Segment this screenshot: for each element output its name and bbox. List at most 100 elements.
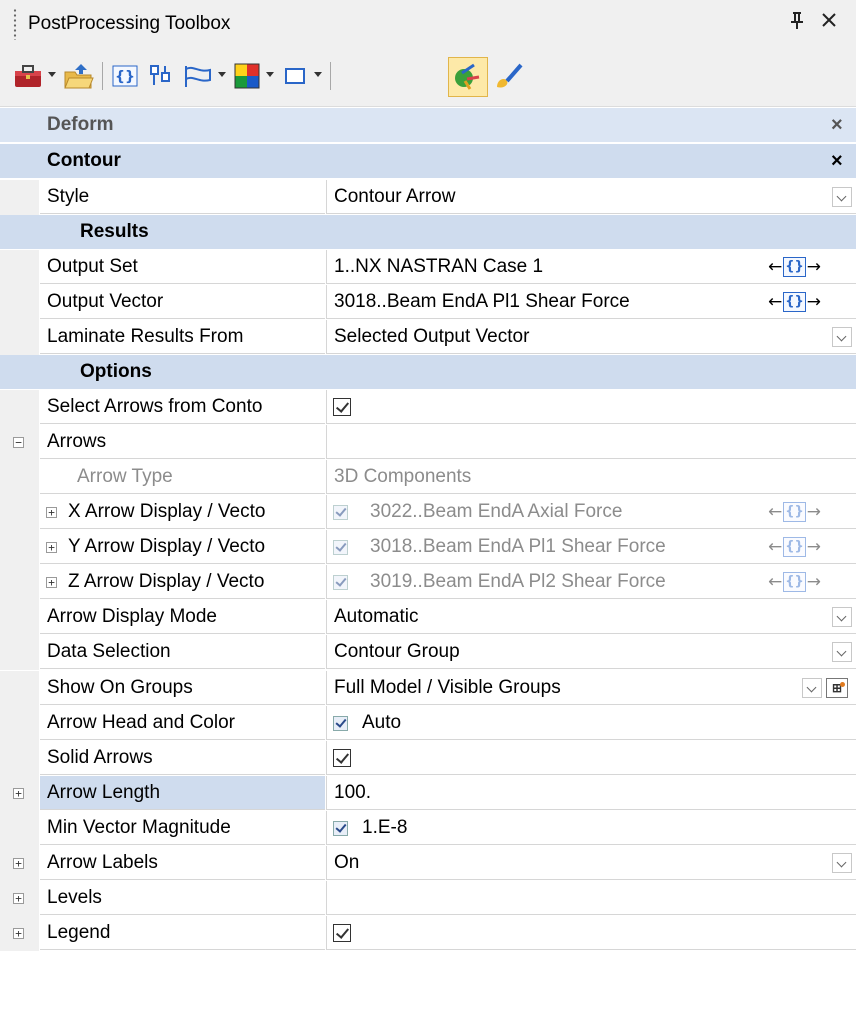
arrow-display-mode-value: Automatic xyxy=(334,606,419,627)
expand-icon[interactable]: + xyxy=(13,893,24,904)
section-contour[interactable]: Contour × xyxy=(0,144,856,178)
row-data-selection[interactable]: Data Selection Contour Group xyxy=(0,635,856,670)
row-arrow-length[interactable]: + Arrow Length 100. xyxy=(0,776,856,811)
style-select[interactable]: Contour Arrow xyxy=(326,180,856,214)
legend-value-cell xyxy=(326,916,856,950)
prev-arrow-icon[interactable]: ← xyxy=(768,537,782,557)
close-icon[interactable] xyxy=(820,9,838,35)
rectangle-icon[interactable] xyxy=(280,59,310,93)
next-arrow-icon[interactable]: → xyxy=(807,502,821,522)
prev-arrow-icon[interactable]: ← xyxy=(768,292,782,312)
paintbrush-icon[interactable] xyxy=(492,59,526,93)
min-vector-magnitude-checkbox[interactable] xyxy=(333,821,348,836)
next-arrow-icon[interactable]: → xyxy=(807,572,821,592)
collapse-icon[interactable]: − xyxy=(13,437,24,448)
row-x-arrow[interactable]: X Arrow Display / Vecto + 3022..Beam End… xyxy=(0,495,856,530)
row-select-arrows[interactable]: Select Arrows from Conto xyxy=(0,390,856,425)
toolbar-separator xyxy=(330,62,331,90)
row-gutter: + xyxy=(0,776,39,811)
drag-grip-icon[interactable] xyxy=(13,8,17,40)
select-vector-icon[interactable]: {} xyxy=(783,572,806,592)
row-style[interactable]: Style Contour Arrow xyxy=(0,180,856,215)
arrows-display-icon[interactable] xyxy=(450,59,486,93)
expand-icon[interactable]: + xyxy=(13,928,24,939)
output-set-icon[interactable]: {} xyxy=(110,59,140,93)
pin-icon[interactable] xyxy=(790,11,804,35)
legend-checkbox[interactable] xyxy=(333,924,351,942)
next-arrow-icon[interactable]: → xyxy=(807,537,821,557)
arrow-display-mode-select[interactable]: Automatic xyxy=(326,600,856,634)
select-arrows-label: Select Arrows from Conto xyxy=(40,390,325,424)
remove-deform-icon[interactable]: × xyxy=(831,108,843,142)
arrow-head-color-checkbox[interactable] xyxy=(333,716,348,731)
arrow-length-input[interactable]: 100. xyxy=(326,776,856,810)
arrow-head-color-field[interactable] xyxy=(326,706,856,740)
row-show-on-groups[interactable]: Show On Groups Full Model / Visible Grou… xyxy=(0,671,856,706)
panel-title: PostProcessing Toolbox xyxy=(28,13,231,34)
next-arrow-icon[interactable]: → xyxy=(807,257,821,277)
contour-dropdown-arrow[interactable] xyxy=(266,72,274,77)
expand-icon[interactable]: + xyxy=(46,577,57,588)
row-arrow-display-mode[interactable]: Arrow Display Mode Automatic xyxy=(0,600,856,635)
contour-palette-icon[interactable] xyxy=(232,59,262,93)
data-selection-select[interactable]: Contour Group xyxy=(326,635,856,669)
rectangle-dropdown-arrow[interactable] xyxy=(314,72,322,77)
row-solid-arrows[interactable]: Solid Arrows xyxy=(0,741,856,776)
chevron-down-icon[interactable] xyxy=(832,607,852,627)
show-on-groups-select[interactable]: Full Model / Visible Groups xyxy=(326,671,856,705)
row-gutter xyxy=(0,706,39,741)
row-min-vector-magnitude[interactable]: Min Vector Magnitude 1.E-8 xyxy=(0,811,856,846)
open-folder-icon[interactable] xyxy=(62,59,96,93)
chevron-down-icon[interactable] xyxy=(832,327,852,347)
row-arrow-head-color[interactable]: Arrow Head and Color Auto xyxy=(0,706,856,741)
select-output-vector-icon[interactable]: {} xyxy=(783,292,806,312)
y-arrow-checkbox[interactable] xyxy=(333,540,348,555)
row-gutter xyxy=(0,495,39,530)
toolbox-dropdown-arrow[interactable] xyxy=(48,72,56,77)
row-z-arrow[interactable]: Z Arrow Display / Vecto + 3019..Beam End… xyxy=(0,565,856,600)
prev-arrow-icon[interactable]: ← xyxy=(768,257,782,277)
row-laminate-results[interactable]: Laminate Results From Selected Output Ve… xyxy=(0,320,856,355)
flag-icon[interactable] xyxy=(182,59,214,93)
expand-icon[interactable]: + xyxy=(13,788,24,799)
row-legend[interactable]: + Legend xyxy=(0,916,856,951)
next-arrow-icon[interactable]: → xyxy=(807,292,821,312)
prev-arrow-icon[interactable]: ← xyxy=(768,502,782,522)
laminate-select[interactable]: Selected Output Vector xyxy=(326,320,856,354)
chevron-down-icon[interactable] xyxy=(832,642,852,662)
freebody-icon[interactable] xyxy=(146,59,176,93)
remove-contour-icon[interactable]: × xyxy=(831,144,843,178)
z-arrow-checkbox[interactable] xyxy=(333,575,348,590)
solid-arrows-checkbox[interactable] xyxy=(333,749,351,767)
row-arrows[interactable]: − Arrows xyxy=(0,425,856,460)
row-y-arrow[interactable]: Y Arrow Display / Vecto + 3018..Beam End… xyxy=(0,530,856,565)
row-output-vector[interactable]: Output Vector 3018..Beam EndA Pl1 Shear … xyxy=(0,285,856,320)
x-arrow-checkbox[interactable] xyxy=(333,505,348,520)
toolbox-icon[interactable] xyxy=(12,59,44,93)
row-gutter xyxy=(0,180,39,215)
expand-icon[interactable]: + xyxy=(46,542,57,553)
section-deform[interactable]: Deform × xyxy=(0,108,856,142)
row-arrow-labels[interactable]: + Arrow Labels On xyxy=(0,846,856,881)
select-arrows-checkbox[interactable] xyxy=(333,398,351,416)
arrow-labels-select[interactable]: On xyxy=(326,846,856,880)
row-levels[interactable]: + Levels xyxy=(0,881,856,916)
expand-icon[interactable]: + xyxy=(46,507,57,518)
select-output-set-icon[interactable]: {} xyxy=(783,257,806,277)
solid-arrows-label: Solid Arrows xyxy=(40,741,325,775)
select-groups-icon[interactable]: ⊞ xyxy=(826,678,848,698)
z-arrow-nav: ← {} → xyxy=(768,572,821,592)
chevron-down-icon[interactable] xyxy=(832,853,852,873)
section-deform-label: Deform xyxy=(47,114,114,135)
chevron-down-icon[interactable] xyxy=(832,187,852,207)
row-gutter: − xyxy=(0,425,39,460)
flag-dropdown-arrow[interactable] xyxy=(218,72,226,77)
expand-icon[interactable]: + xyxy=(13,858,24,869)
row-output-set[interactable]: Output Set 1..NX NASTRAN Case 1 ← {} → xyxy=(0,250,856,285)
select-vector-icon[interactable]: {} xyxy=(783,502,806,522)
chevron-down-icon[interactable] xyxy=(802,678,822,698)
arrow-display-mode-label: Arrow Display Mode xyxy=(40,600,325,634)
select-vector-icon[interactable]: {} xyxy=(783,537,806,557)
row-gutter xyxy=(0,460,39,495)
prev-arrow-icon[interactable]: ← xyxy=(768,572,782,592)
